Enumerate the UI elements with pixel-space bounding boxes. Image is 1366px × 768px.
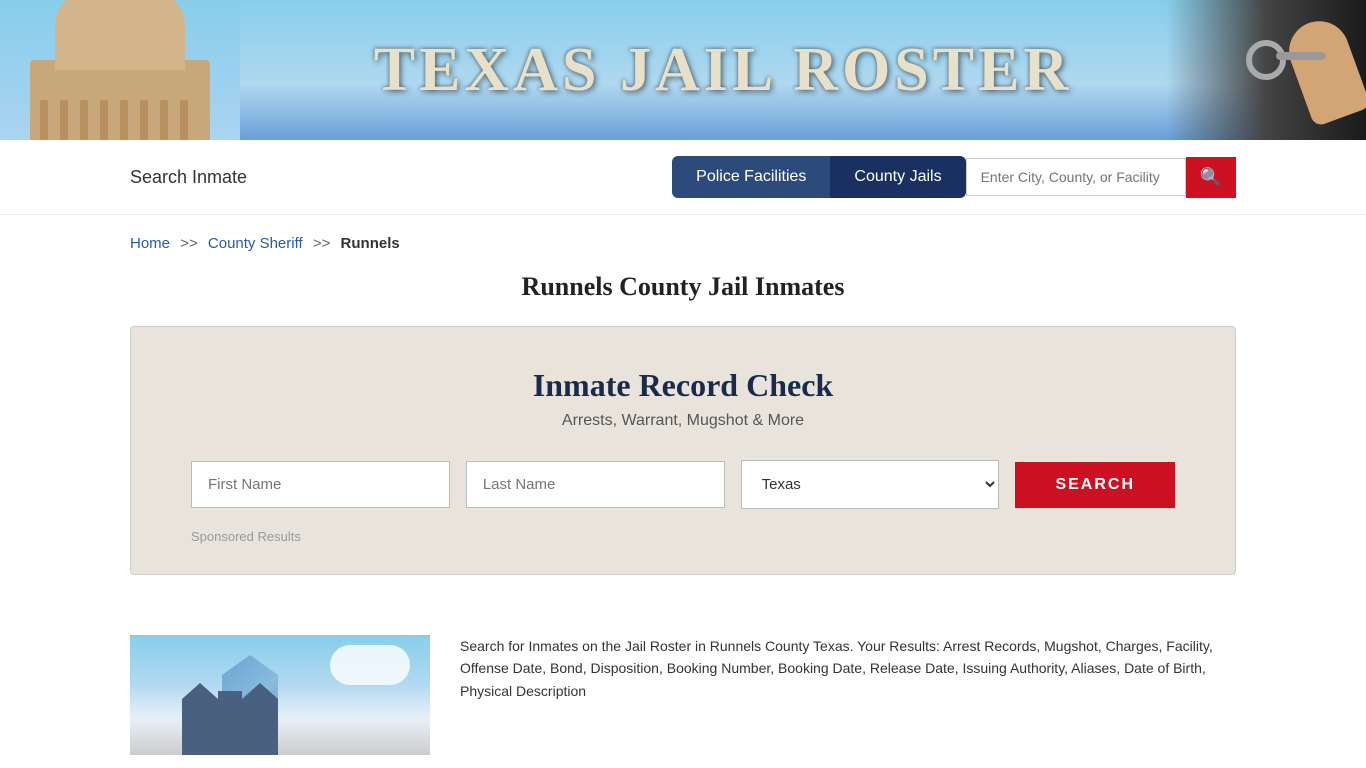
record-check-subtitle: Arrests, Warrant, Mugshot & More: [191, 412, 1175, 430]
last-name-input[interactable]: [466, 461, 725, 508]
banner-left-image: [0, 0, 240, 140]
keys-graphic: [1236, 10, 1356, 130]
police-facilities-button[interactable]: Police Facilities: [672, 156, 830, 198]
column: [180, 100, 188, 140]
inmate-search-button[interactable]: SEARCH: [1015, 462, 1175, 508]
column: [140, 100, 148, 140]
bottom-description: Search for Inmates on the Jail Roster in…: [460, 635, 1236, 755]
facility-search-input[interactable]: [966, 158, 1186, 196]
first-name-input[interactable]: [191, 461, 450, 508]
key-bar: [1276, 52, 1326, 60]
sponsored-results-label: Sponsored Results: [191, 529, 1175, 544]
page-title: Runnels County Jail Inmates: [130, 272, 1236, 302]
search-inmate-label: Search Inmate: [130, 167, 247, 188]
nav-right: Police Facilities County Jails 🔍: [672, 156, 1236, 198]
key-ring: [1246, 40, 1286, 80]
breadcrumb-current: Runnels: [341, 235, 400, 252]
record-check-title: Inmate Record Check: [191, 367, 1175, 404]
site-title: Texas Jail Roster: [374, 35, 1073, 106]
column: [120, 100, 128, 140]
breadcrumb-sep1: >>: [180, 235, 198, 252]
column: [100, 100, 108, 140]
nav-bar: Search Inmate Police Facilities County J…: [0, 140, 1366, 215]
inmate-record-check-box: Inmate Record Check Arrests, Warrant, Mu…: [130, 326, 1236, 575]
column: [160, 100, 168, 140]
breadcrumb-home[interactable]: Home: [130, 235, 170, 252]
dome-columns: [40, 100, 200, 140]
search-icon: 🔍: [1200, 167, 1222, 187]
county-jails-button[interactable]: County Jails: [830, 156, 965, 198]
bottom-section: Search for Inmates on the Jail Roster in…: [0, 635, 1366, 755]
column: [60, 100, 68, 140]
main-content: Runnels County Jail Inmates Inmate Recor…: [0, 262, 1366, 635]
hand-shape: [1281, 13, 1366, 127]
breadcrumb-county-sheriff[interactable]: County Sheriff: [208, 235, 303, 252]
search-fields: AlabamaAlaskaArizonaArkansasCaliforniaCo…: [191, 460, 1175, 509]
clouds: [330, 645, 410, 685]
breadcrumb-sep2: >>: [313, 235, 331, 252]
column: [40, 100, 48, 140]
header-banner: Texas Jail Roster: [0, 0, 1366, 140]
capitol-dome: [20, 10, 220, 140]
dome-top: [55, 0, 185, 70]
state-select[interactable]: AlabamaAlaskaArizonaArkansasCaliforniaCo…: [741, 460, 1000, 509]
banner-right-image: [1166, 0, 1366, 140]
breadcrumb: Home >> County Sheriff >> Runnels: [0, 215, 1366, 262]
bottom-image: [130, 635, 430, 755]
facility-search-button[interactable]: 🔍: [1186, 157, 1236, 198]
column: [80, 100, 88, 140]
